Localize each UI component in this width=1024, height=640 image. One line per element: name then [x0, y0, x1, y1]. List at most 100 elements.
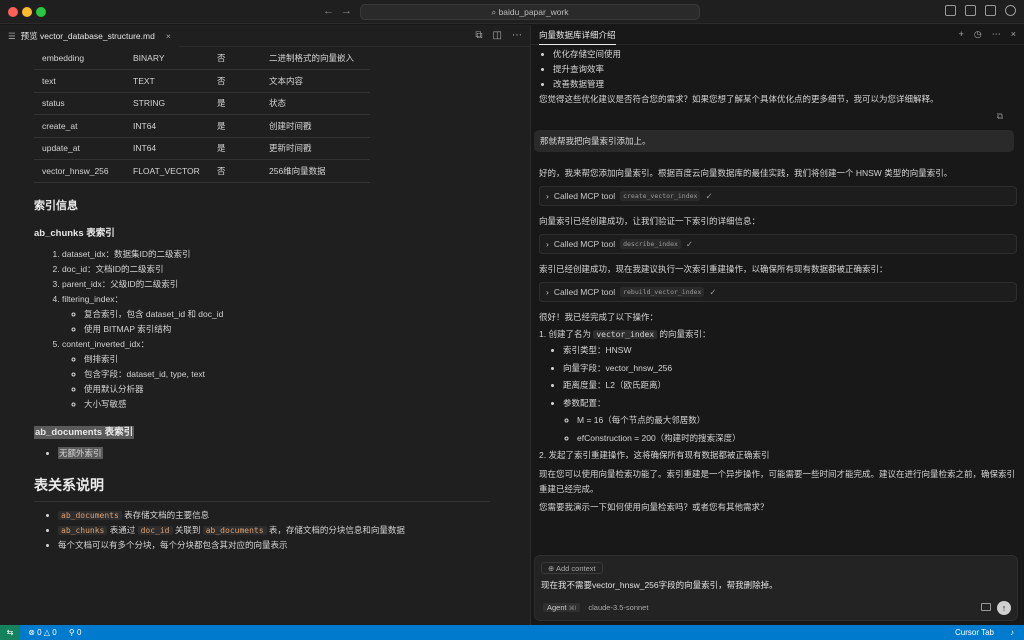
close-window-button[interactable] — [8, 7, 18, 17]
tool-label: Called MCP tool — [553, 287, 616, 297]
selected-text: ab_documents 表索引 — [34, 425, 135, 439]
inline-code: vector_index — [593, 330, 658, 339]
chunks-index-subheading: ab_chunks 表索引 — [34, 227, 115, 239]
list-item: 包含字段：dataset_id, type, text — [84, 367, 490, 382]
tool-call-describe[interactable]: › Called MCP tool describe_index ✓ — [539, 234, 1017, 254]
toggle-secondary-sidebar-icon[interactable] — [985, 5, 996, 16]
chat-composer: ⊕ Add context 现在我不需要vector_hnsw_256字段的向量… — [534, 555, 1018, 621]
ports-indicator[interactable]: ⚲ 0 — [69, 628, 82, 637]
list-item: efConstruction = 200（构建时的搜索深度） — [577, 430, 1017, 448]
optimization-list: 优化存储空间使用 提升查询效率 改善数据管理 — [553, 47, 1017, 92]
relations-heading: 表关系说明 — [34, 475, 490, 502]
table-cell: 是 — [209, 137, 261, 160]
maximize-window-button[interactable] — [36, 7, 46, 17]
copy-icon[interactable]: ⧉ — [539, 111, 1003, 122]
composer-input[interactable]: 现在我不需要vector_hnsw_256字段的向量索引，帮我删除掉。 — [541, 579, 778, 591]
assistant-text: 向量索引已经创建成功，让我们验证一下索引的详细信息： — [539, 216, 761, 226]
list-item-text: 表，存储文档的分块信息和向量数据 — [266, 524, 405, 535]
minimize-window-button[interactable] — [22, 7, 32, 17]
problems-indicator[interactable]: ⊗ 0 △ 0 — [28, 628, 56, 637]
remote-icon[interactable]: ⇆ — [0, 625, 20, 640]
table-cell: 更新时间戳 — [261, 137, 370, 160]
table-row: embedding BINARY 否二进制格式的向量嵌入 — [34, 47, 370, 70]
back-arrow-icon[interactable]: ← — [323, 5, 334, 17]
title-bar: ← → ⌕ baidu_papar_work — [0, 0, 1024, 24]
table-cell: INT64 — [125, 137, 209, 160]
more-icon[interactable]: ⋯ — [992, 29, 1001, 40]
table-row: create_at INT64 是创建时间戳 — [34, 114, 370, 138]
toggle-sidebar-icon[interactable] — [945, 5, 956, 16]
error-count: 0 — [37, 628, 42, 637]
close-tab-icon[interactable]: × — [166, 31, 171, 41]
table-cell: 否 — [209, 69, 261, 93]
status-bar: ⇆ ⊗ 0 △ 0 ⚲ 0 Cursor Tab ♪ — [0, 625, 1024, 640]
table-cell: 文本内容 — [261, 69, 370, 93]
chevron-right-icon: › — [546, 191, 549, 201]
table-cell: create_at — [34, 114, 125, 138]
agent-mode-selector[interactable]: Agent ⌘I — [543, 603, 581, 612]
list-item: 使用默认分析器 — [84, 382, 490, 397]
settings-gear-icon[interactable] — [1005, 5, 1016, 16]
list-item: 参数配置： M = 16（每个节点的最大邻居数） efConstruction … — [563, 395, 1017, 448]
list-item: 向量字段：vector_hnsw_256 — [563, 360, 1017, 378]
layout-controls — [945, 5, 1016, 16]
chevron-right-icon: › — [546, 287, 549, 297]
tab-markdown-preview[interactable]: ☰ 预览 vector_database_structure.md × — [0, 25, 179, 47]
toggle-panel-icon[interactable] — [965, 5, 976, 16]
tab-chat-title[interactable]: 向量数据库详细介绍 — [539, 25, 616, 45]
selected-text: 无额外索引 — [58, 446, 103, 459]
split-editor-icon[interactable]: ◫ — [493, 30, 502, 41]
sub-list: 复合索引，包含 dataset_id 和 doc_id 使用 BITMAP 索引… — [84, 307, 490, 337]
params-list: M = 16（每个节点的最大邻居数） efConstruction = 200（… — [577, 412, 1017, 447]
check-icon: ✓ — [709, 286, 717, 297]
tool-name: describe_index — [620, 239, 681, 249]
list-item: 改善数据管理 — [553, 77, 1017, 92]
chevron-right-icon: › — [546, 239, 549, 249]
notifications-icon[interactable]: ♪ — [1010, 625, 1014, 640]
assistant-text: 现在您可以使用向量检索功能了。索引重建是一个异步操作，可能需要一些时间才能完成。… — [539, 469, 1016, 494]
warning-count: 0 — [52, 628, 57, 637]
command-center-search[interactable]: ⌕ baidu_papar_work — [360, 4, 700, 20]
table-cell: embedding — [34, 47, 125, 70]
table-row: status STRING 是状态 — [34, 92, 370, 115]
workspace-name: baidu_papar_work — [498, 7, 569, 17]
inline-code: ab_documents — [202, 525, 267, 535]
image-attach-icon[interactable] — [981, 603, 991, 611]
tool-name: create_vector_index — [620, 191, 701, 201]
list-item-text: 关联到 — [172, 524, 203, 535]
send-button[interactable]: ↑ — [997, 601, 1011, 615]
list-item: 复合索引，包含 dataset_id 和 doc_id — [84, 307, 490, 322]
cursor-tab-indicator[interactable]: Cursor Tab — [955, 625, 994, 640]
history-icon[interactable]: ◷ — [974, 29, 982, 40]
new-chat-icon[interactable]: + — [959, 29, 964, 40]
table-cell: 创建时间戳 — [261, 114, 370, 138]
list-item-text: 参数配置： — [563, 397, 606, 408]
table-cell: 否 — [209, 159, 261, 183]
more-actions-icon[interactable]: ⋯ — [512, 30, 522, 41]
editor-pane: ☰ 预览 vector_database_structure.md × ⧉ ◫ … — [0, 25, 530, 625]
tool-label: Called MCP tool — [553, 191, 616, 201]
table-cell: BINARY — [125, 47, 209, 70]
check-icon: ✓ — [705, 190, 713, 201]
step-one: 1. 创建了名为 vector_index 的向量索引： — [539, 327, 1017, 342]
tool-call-rebuild[interactable]: › Called MCP tool rebuild_vector_index ✓ — [539, 282, 1017, 302]
list-item: 每个文档可以有多个分块，每个分块都包含其对应的向量表示 — [58, 538, 490, 553]
list-item-text: 表通过 — [107, 524, 138, 535]
user-message[interactable]: 那就帮我把向量索引添加上。 — [534, 130, 1014, 152]
close-icon[interactable]: × — [1011, 29, 1016, 40]
composer-mode: Agent ⌘I claude-3.5-sonnet — [543, 603, 648, 612]
table-cell: STRING — [125, 92, 209, 115]
table-cell: 是 — [209, 92, 261, 115]
forward-arrow-icon[interactable]: → — [341, 5, 352, 17]
table-cell: 状态 — [261, 92, 370, 115]
tool-call-create[interactable]: › Called MCP tool create_vector_index ✓ — [539, 186, 1017, 206]
editor-tab-bar: ☰ 预览 vector_database_structure.md × ⧉ ◫ … — [0, 25, 530, 47]
list-item: 使用 BITMAP 索引结构 — [84, 322, 490, 337]
list-item: 大小写敏感 — [84, 397, 490, 412]
open-source-icon[interactable]: ⧉ — [475, 30, 482, 41]
model-selector[interactable]: claude-3.5-sonnet — [588, 603, 648, 612]
table-cell: text — [34, 69, 125, 93]
add-context-button[interactable]: ⊕ Add context — [541, 562, 603, 574]
tool-name: rebuild_vector_index — [620, 287, 705, 297]
index-heading: 索引信息 — [34, 199, 78, 212]
